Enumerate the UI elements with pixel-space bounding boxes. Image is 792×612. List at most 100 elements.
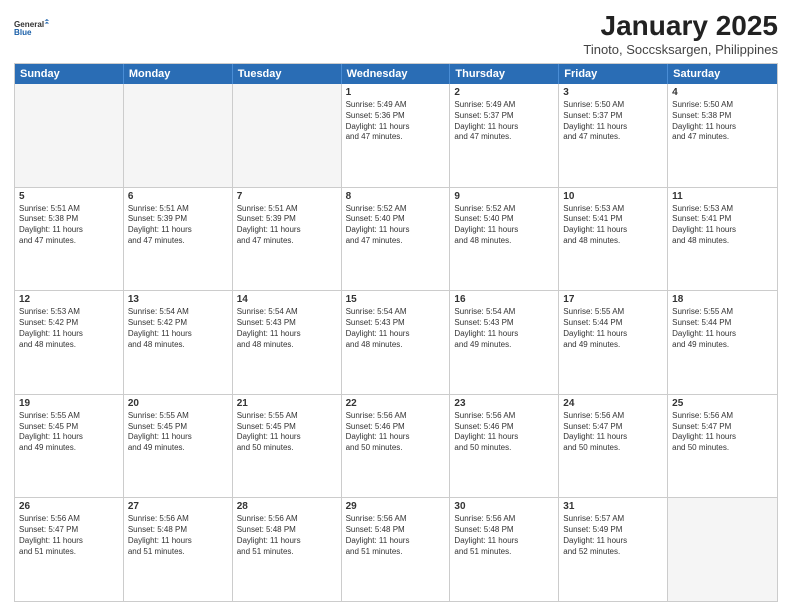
day-number: 24 <box>563 398 663 409</box>
header: General Blue January 2025 Tinoto, Soccsk… <box>14 10 778 57</box>
day-number: 28 <box>237 501 337 512</box>
day-number: 10 <box>563 191 663 202</box>
calendar-cell: 18 Sunrise: 5:55 AM Sunset: 5:44 PM Dayli… <box>668 291 777 394</box>
header-day: Saturday <box>668 64 777 84</box>
day-number: 31 <box>563 501 663 512</box>
day-number: 6 <box>128 191 228 202</box>
calendar-cell: 27 Sunrise: 5:56 AM Sunset: 5:48 PM Dayli… <box>124 498 233 601</box>
cell-info: Sunrise: 5:53 AM Sunset: 5:41 PM Dayligh… <box>563 204 663 247</box>
title-block: January 2025 Tinoto, Soccsksargen, Phili… <box>583 10 778 57</box>
header-day: Thursday <box>450 64 559 84</box>
calendar-cell: 11 Sunrise: 5:53 AM Sunset: 5:41 PM Dayli… <box>668 188 777 291</box>
calendar-cell: 21 Sunrise: 5:55 AM Sunset: 5:45 PM Dayli… <box>233 395 342 498</box>
cell-info: Sunrise: 5:51 AM Sunset: 5:38 PM Dayligh… <box>19 204 119 247</box>
day-number: 23 <box>454 398 554 409</box>
calendar-cell <box>233 84 342 187</box>
cell-info: Sunrise: 5:56 AM Sunset: 5:47 PM Dayligh… <box>672 411 773 454</box>
calendar-body: 1 Sunrise: 5:49 AM Sunset: 5:36 PM Daylig… <box>15 84 777 601</box>
day-number: 16 <box>454 294 554 305</box>
calendar-row: 19 Sunrise: 5:55 AM Sunset: 5:45 PM Dayli… <box>15 395 777 499</box>
header-day: Friday <box>559 64 668 84</box>
day-number: 27 <box>128 501 228 512</box>
calendar-cell: 29Sunrise: 5:56 AM Sunset: 5:48 PM Dayli… <box>342 498 451 601</box>
logo-svg: General Blue <box>14 10 50 46</box>
day-number: 19 <box>19 398 119 409</box>
calendar-cell: 23 Sunrise: 5:56 AM Sunset: 5:46 PM Dayli… <box>450 395 559 498</box>
day-number: 17 <box>563 294 663 305</box>
calendar-cell: 14 Sunrise: 5:54 AM Sunset: 5:43 PM Dayli… <box>233 291 342 394</box>
calendar-cell <box>15 84 124 187</box>
calendar-cell: 13Sunrise: 5:54 AM Sunset: 5:42 PM Dayli… <box>124 291 233 394</box>
day-number: 18 <box>672 294 773 305</box>
page-title: January 2025 <box>583 10 778 42</box>
calendar-cell: 30 Sunrise: 5:56 AM Sunset: 5:48 PM Dayli… <box>450 498 559 601</box>
cell-info: Sunrise: 5:50 AM Sunset: 5:38 PM Dayligh… <box>672 100 773 143</box>
cell-info: Sunrise: 5:56 AM Sunset: 5:48 PM Dayligh… <box>128 514 228 557</box>
cell-info: Sunrise: 5:55 AM Sunset: 5:45 PM Dayligh… <box>19 411 119 454</box>
day-number: 15 <box>346 294 446 305</box>
cell-info: Sunrise: 5:52 AM Sunset: 5:40 PM Dayligh… <box>346 204 446 247</box>
cell-info: Sunrise: 5:55 AM Sunset: 5:45 PM Dayligh… <box>128 411 228 454</box>
calendar-cell: 4Sunrise: 5:50 AM Sunset: 5:38 PM Daylig… <box>668 84 777 187</box>
cell-info: Sunrise: 5:57 AM Sunset: 5:49 PM Dayligh… <box>563 514 663 557</box>
header-day: Sunday <box>15 64 124 84</box>
cell-info: Sunrise: 5:54 AM Sunset: 5:42 PM Dayligh… <box>128 307 228 350</box>
day-number: 11 <box>672 191 773 202</box>
day-number: 14 <box>237 294 337 305</box>
calendar: SundayMondayTuesdayWednesdayThursdayFrid… <box>14 63 778 602</box>
cell-info: Sunrise: 5:51 AM Sunset: 5:39 PM Dayligh… <box>128 204 228 247</box>
calendar-cell <box>668 498 777 601</box>
calendar-cell: 26Sunrise: 5:56 AM Sunset: 5:47 PM Dayli… <box>15 498 124 601</box>
cell-info: Sunrise: 5:53 AM Sunset: 5:41 PM Dayligh… <box>672 204 773 247</box>
calendar-cell: 1 Sunrise: 5:49 AM Sunset: 5:36 PM Daylig… <box>342 84 451 187</box>
calendar-cell: 20Sunrise: 5:55 AM Sunset: 5:45 PM Dayli… <box>124 395 233 498</box>
svg-text:Blue: Blue <box>14 28 32 37</box>
day-number: 3 <box>563 87 663 98</box>
cell-info: Sunrise: 5:56 AM Sunset: 5:48 PM Dayligh… <box>454 514 554 557</box>
day-number: 22 <box>346 398 446 409</box>
cell-info: Sunrise: 5:52 AM Sunset: 5:40 PM Dayligh… <box>454 204 554 247</box>
cell-info: Sunrise: 5:54 AM Sunset: 5:43 PM Dayligh… <box>237 307 337 350</box>
day-number: 21 <box>237 398 337 409</box>
header-day: Wednesday <box>342 64 451 84</box>
cell-info: Sunrise: 5:53 AM Sunset: 5:42 PM Dayligh… <box>19 307 119 350</box>
calendar-cell: 15 Sunrise: 5:54 AM Sunset: 5:43 PM Dayli… <box>342 291 451 394</box>
svg-text:General: General <box>14 20 44 29</box>
calendar-cell <box>124 84 233 187</box>
calendar-cell: 12Sunrise: 5:53 AM Sunset: 5:42 PM Dayli… <box>15 291 124 394</box>
cell-info: Sunrise: 5:54 AM Sunset: 5:43 PM Dayligh… <box>346 307 446 350</box>
cell-info: Sunrise: 5:56 AM Sunset: 5:46 PM Dayligh… <box>454 411 554 454</box>
header-day: Monday <box>124 64 233 84</box>
calendar-cell: 10 Sunrise: 5:53 AM Sunset: 5:41 PM Dayli… <box>559 188 668 291</box>
calendar-row: 1 Sunrise: 5:49 AM Sunset: 5:36 PM Daylig… <box>15 84 777 188</box>
day-number: 1 <box>346 87 446 98</box>
day-number: 26 <box>19 501 119 512</box>
calendar-cell: 22 Sunrise: 5:56 AM Sunset: 5:46 PM Dayli… <box>342 395 451 498</box>
calendar-cell: 17Sunrise: 5:55 AM Sunset: 5:44 PM Dayli… <box>559 291 668 394</box>
calendar-cell: 2 Sunrise: 5:49 AM Sunset: 5:37 PM Daylig… <box>450 84 559 187</box>
cell-info: Sunrise: 5:49 AM Sunset: 5:36 PM Dayligh… <box>346 100 446 143</box>
calendar-cell: 3Sunrise: 5:50 AM Sunset: 5:37 PM Daylig… <box>559 84 668 187</box>
cell-info: Sunrise: 5:56 AM Sunset: 5:48 PM Dayligh… <box>237 514 337 557</box>
calendar-row: 5 Sunrise: 5:51 AM Sunset: 5:38 PM Daylig… <box>15 188 777 292</box>
calendar-cell: 5 Sunrise: 5:51 AM Sunset: 5:38 PM Daylig… <box>15 188 124 291</box>
day-number: 2 <box>454 87 554 98</box>
calendar-cell: 31 Sunrise: 5:57 AM Sunset: 5:49 PM Dayli… <box>559 498 668 601</box>
day-number: 30 <box>454 501 554 512</box>
calendar-cell: 16 Sunrise: 5:54 AM Sunset: 5:43 PM Dayli… <box>450 291 559 394</box>
header-day: Tuesday <box>233 64 342 84</box>
cell-info: Sunrise: 5:56 AM Sunset: 5:46 PM Dayligh… <box>346 411 446 454</box>
day-number: 7 <box>237 191 337 202</box>
calendar-row: 26Sunrise: 5:56 AM Sunset: 5:47 PM Dayli… <box>15 498 777 601</box>
page: General Blue January 2025 Tinoto, Soccsk… <box>0 0 792 612</box>
calendar-cell: 19 Sunrise: 5:55 AM Sunset: 5:45 PM Dayli… <box>15 395 124 498</box>
cell-info: Sunrise: 5:49 AM Sunset: 5:37 PM Dayligh… <box>454 100 554 143</box>
calendar-cell: 24Sunrise: 5:56 AM Sunset: 5:47 PM Dayli… <box>559 395 668 498</box>
cell-info: Sunrise: 5:55 AM Sunset: 5:45 PM Dayligh… <box>237 411 337 454</box>
day-number: 5 <box>19 191 119 202</box>
cell-info: Sunrise: 5:54 AM Sunset: 5:43 PM Dayligh… <box>454 307 554 350</box>
day-number: 25 <box>672 398 773 409</box>
page-subtitle: Tinoto, Soccsksargen, Philippines <box>583 42 778 57</box>
cell-info: Sunrise: 5:55 AM Sunset: 5:44 PM Dayligh… <box>672 307 773 350</box>
calendar-cell: 9Sunrise: 5:52 AM Sunset: 5:40 PM Daylig… <box>450 188 559 291</box>
